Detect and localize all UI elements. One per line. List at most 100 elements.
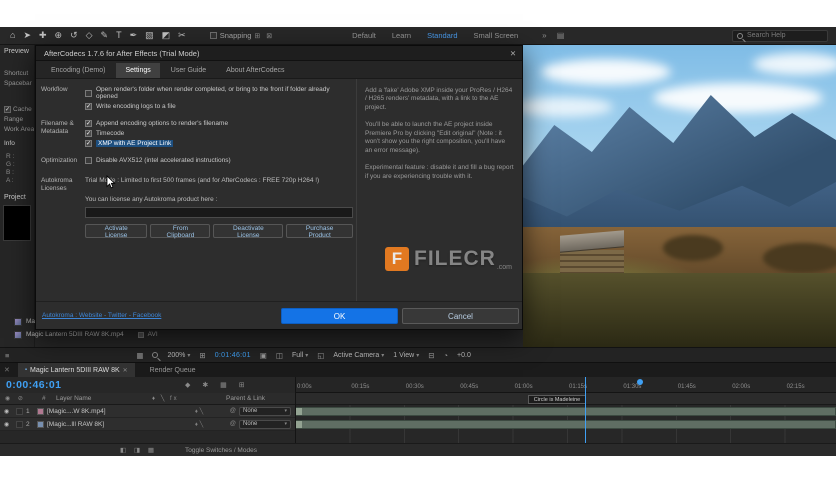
layer-bar[interactable]	[295, 407, 836, 416]
parent-link-dropdown[interactable]: None ▾	[239, 406, 291, 416]
region-of-interest-icon[interactable]: ◱	[317, 351, 324, 360]
type-tool-icon[interactable]: T	[116, 30, 122, 41]
parent-pickwhip-icon[interactable]: @	[230, 421, 236, 427]
checkbox-icon[interactable]	[85, 157, 92, 164]
roto-brush-icon[interactable]: ◩	[162, 30, 171, 41]
setting-row-open-render-s-folder-when-rend[interactable]: Open render's folder when render complet…	[85, 86, 352, 100]
panel-divider[interactable]	[295, 377, 296, 443]
camera-dropdown[interactable]: Active Camera ▾	[333, 352, 384, 359]
render-queue-tab[interactable]: Render Queue	[143, 363, 203, 377]
close-icon[interactable]: ✕	[123, 367, 128, 374]
layer-bar[interactable]	[295, 420, 836, 429]
setting-row-append-encoding-options-to-ren[interactable]: ✓ Append encoding options to render's fil…	[85, 120, 352, 127]
snapshot-icon[interactable]: ▣	[260, 351, 267, 360]
checkbox-icon[interactable]: ✓	[4, 106, 11, 113]
column-parent-link[interactable]: Parent & Link	[226, 395, 265, 402]
setting-row-disable-avx512-intel-accelerat[interactable]: Disable AVX512 (intel accelerated instru…	[85, 157, 352, 164]
panel-label-preview[interactable]: Preview	[0, 48, 34, 55]
search-help-box[interactable]: Search Help	[732, 29, 828, 42]
brush-tool-icon[interactable]: ✒	[130, 30, 138, 41]
license-key-input[interactable]	[85, 207, 353, 218]
viewer-timecode[interactable]: 0:01:46:01	[215, 352, 251, 359]
checkbox-icon[interactable]: ✓	[85, 130, 92, 137]
pixel-aspect-icon[interactable]: ⊟	[428, 351, 434, 360]
snapping-checkbox[interactable]	[209, 32, 217, 39]
current-time-display[interactable]: 0:00:46:01	[6, 379, 61, 391]
panel-label-cache[interactable]: ✓ Cache	[0, 106, 34, 113]
column-layer-name[interactable]: Layer Name	[56, 395, 91, 402]
fast-previews-icon[interactable]: ◔	[444, 351, 449, 360]
autokroma-links[interactable]: Autokroma : Website - Twitter - Facebook	[42, 312, 161, 319]
hand-tool-icon[interactable]: ✚	[39, 30, 47, 41]
ok-button[interactable]: OK	[281, 308, 398, 324]
lock-cell[interactable]	[16, 420, 23, 428]
parent-link-dropdown[interactable]: None ▾	[239, 419, 291, 429]
panel-label-work-area[interactable]: Work Area	[0, 126, 34, 133]
home-icon[interactable]: ⌂	[10, 30, 15, 41]
playhead-handle[interactable]	[637, 379, 643, 385]
workspace-overflow-icons[interactable]: » ▤	[542, 31, 568, 40]
view-layout-dropdown[interactable]: 1 View ▾	[393, 352, 419, 359]
setting-row-write-encoding-logs-to-a-file[interactable]: ✓ Write encoding logs to a file	[85, 103, 352, 110]
checkbox-icon[interactable]: ✓	[85, 103, 92, 110]
lock-cell[interactable]	[16, 407, 23, 415]
tab-settings[interactable]: Settings	[116, 63, 160, 78]
zoom-tool-icon[interactable]: ⊕	[55, 30, 63, 41]
composition-marker[interactable]: Circle is Madeleine	[528, 395, 586, 404]
checkbox-icon[interactable]: ✓	[85, 140, 92, 147]
panel-menu-icon[interactable]: ≡	[5, 351, 9, 360]
tab-encoding-demo[interactable]: Encoding (Demo)	[42, 63, 114, 78]
magnify-icon[interactable]	[152, 352, 159, 358]
layer-color-chip[interactable]	[37, 420, 44, 428]
visibility-icon[interactable]: ◉	[4, 408, 13, 415]
snapping-toggle[interactable]: Snapping ⊞ ⊠	[209, 31, 274, 40]
playhead-line[interactable]	[585, 377, 586, 443]
snapping-options-icons[interactable]: ⊞ ⊠	[254, 32, 274, 40]
dialog-title-bar[interactable]: AfterCodecs 1.7.6 for After Effects (Tri…	[36, 46, 522, 61]
button-from-clipboard[interactable]: From Clipboard	[150, 224, 211, 239]
checkbox-icon[interactable]: ✓	[85, 120, 92, 127]
panel-close-icon[interactable]: ✕	[4, 366, 10, 374]
clone-stamp-icon[interactable]: ▧	[145, 30, 154, 41]
grid-guides-icon[interactable]: ⊞	[199, 351, 205, 360]
exposure-value[interactable]: +0.0	[457, 352, 471, 359]
toggle-switches-label[interactable]: Toggle Switches / Modes	[185, 447, 257, 454]
resolution-dropdown[interactable]: Full ▾	[292, 352, 308, 359]
workspace-default[interactable]: Default	[352, 31, 376, 40]
comp-tab[interactable]: ▪ Magic Lantern 5DIII RAW 8K ✕	[17, 363, 135, 377]
composition-viewer[interactable]	[523, 45, 836, 347]
cancel-button[interactable]: Cancel	[402, 308, 519, 324]
button-deactivate-license[interactable]: Deactivate License	[213, 224, 284, 239]
panel-label-shortcut[interactable]: Shortcut	[0, 70, 34, 77]
workspace-learn[interactable]: Learn	[392, 31, 411, 40]
dialog-close-icon[interactable]: ✕	[504, 49, 522, 58]
timeline-view-icons[interactable]: ◧ ◨ ▦	[120, 446, 157, 454]
panel-label-range[interactable]: Range	[0, 116, 34, 123]
setting-row-xmp-with-ae-project-link[interactable]: ✓ XMP with AE Project Link	[85, 140, 352, 147]
parent-pickwhip-icon[interactable]: @	[230, 408, 236, 414]
layer-color-chip[interactable]	[37, 407, 44, 415]
panel-label-info[interactable]: Info	[0, 140, 34, 147]
panel-label-spacebar[interactable]: Spacebar	[0, 80, 34, 87]
show-snapshot-icon[interactable]: ◫	[276, 351, 283, 360]
orbit-camera-icon[interactable]: ↺	[70, 30, 78, 41]
setting-row-timecode[interactable]: ✓ Timecode	[85, 130, 352, 137]
rotation-tool-icon[interactable]: ◇	[86, 30, 93, 41]
selection-tool-icon[interactable]: ➤	[23, 30, 31, 41]
button-purchase-product[interactable]: Purchase Product	[286, 224, 353, 239]
puppet-pin-icon[interactable]: ✂	[178, 30, 186, 41]
timeline-option-icons[interactable]: ◆ ✱ ▦ ⊞	[185, 381, 250, 389]
zoom-level-dropdown[interactable]: 200% ▾	[167, 352, 190, 359]
tab-user-guide[interactable]: User Guide	[162, 63, 215, 78]
visibility-icon[interactable]: ◉	[4, 421, 13, 428]
layer-row[interactable]: ◉ 2 [Magic...lll RAW 8K] ♦ ╲ @ None ▾	[0, 418, 295, 431]
button-activate-license[interactable]: Activate License	[85, 224, 148, 239]
checkbox-icon[interactable]	[85, 89, 92, 97]
project-panel-label[interactable]: Project	[0, 194, 34, 201]
workspace-small-screen[interactable]: Small Screen	[474, 31, 519, 40]
pen-tool-icon[interactable]: ✎	[101, 30, 109, 41]
channel-icon[interactable]: ▦	[136, 351, 143, 360]
workspace-standard[interactable]: Standard	[427, 31, 457, 40]
layer-row[interactable]: ◉ 1 [Magic....W 8K.mp4] ♦ ╲ @ None ▾	[0, 405, 295, 418]
tab-about-aftercodecs[interactable]: About AfterCodecs	[217, 63, 293, 78]
